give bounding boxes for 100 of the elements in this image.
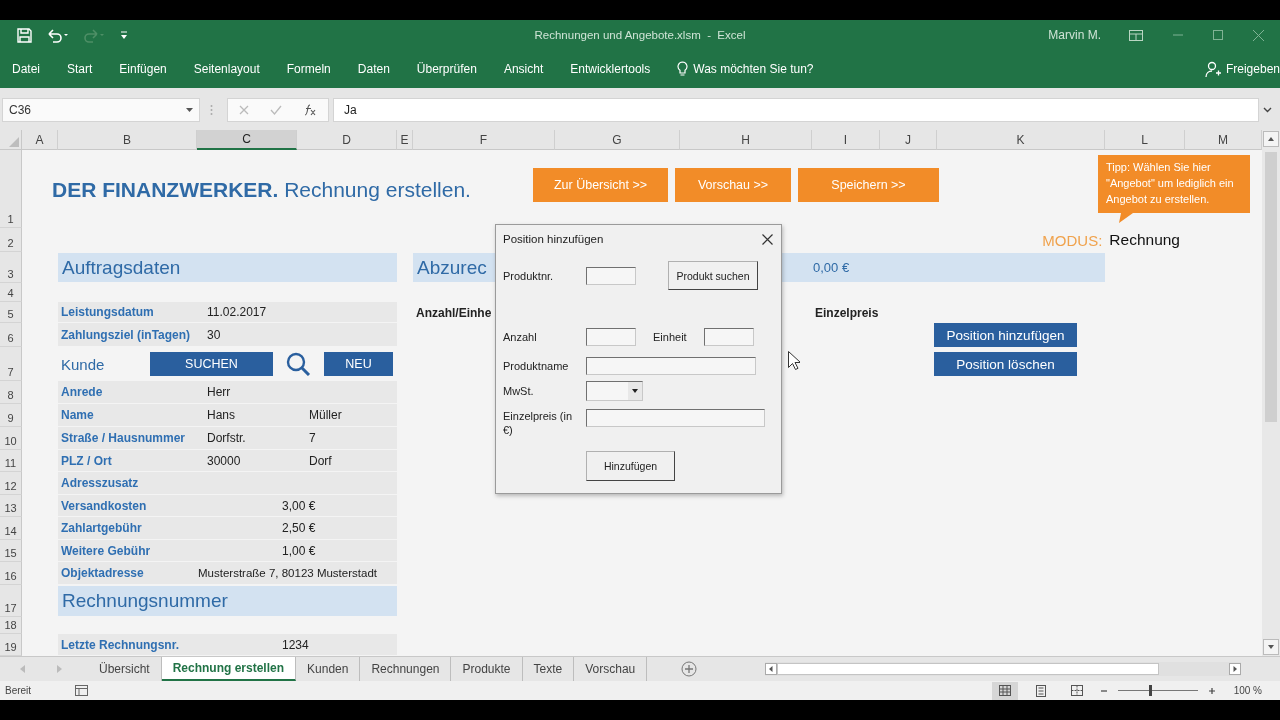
name-box[interactable]: C36 [2,98,200,122]
scroll-down-icon[interactable] [1262,638,1280,656]
row-header[interactable]: 12 [0,472,22,495]
scroll-up-icon[interactable] [1262,130,1280,148]
ribbon-display-icon[interactable] [1129,29,1143,41]
row-header[interactable]: 4 [0,283,22,302]
search-icon[interactable] [286,352,311,376]
scroll-right-icon[interactable] [1229,663,1242,675]
ribbon-tab[interactable]: Start [67,62,93,76]
field-value[interactable]: 30000 [197,453,297,468]
input-field[interactable] [586,409,765,427]
column-heading: Einzelpreis [814,305,880,320]
amount-value[interactable]: 1,00 € [197,543,397,558]
row-header[interactable]: 16 [0,562,22,585]
add-button[interactable]: Hinzufügen [586,451,675,481]
row-header[interactable]: 8 [0,381,22,404]
row-header[interactable]: 3 [0,252,22,283]
field-value[interactable]: Dorfstr. [197,431,297,445]
field-value[interactable]: Musterstraße 7, 80123 Musterstadt [197,567,397,579]
normal-view-icon[interactable] [991,681,1018,700]
amount-value[interactable]: 1234 [197,637,397,652]
ribbon-tab[interactable]: Einfügen [119,62,167,76]
column-header[interactable]: B [58,130,197,150]
maximize-icon[interactable] [1213,30,1223,40]
drag-handle-icon[interactable] [210,104,213,116]
user-name[interactable]: Marvin M. [1048,28,1101,42]
checkmark-icon[interactable] [270,105,282,115]
row-header[interactable]: 2 [0,228,22,252]
field-value[interactable]: Dorf [297,453,397,468]
row-header[interactable]: 9 [0,404,22,427]
position-button[interactable]: Position hinzufügen [934,323,1077,347]
function-icon[interactable] [303,104,318,116]
input-field[interactable] [586,357,756,375]
column-header[interactable]: G [555,130,680,150]
column-header[interactable]: A [22,130,58,150]
save-icon[interactable] [17,27,32,43]
column-heading: Anzahl/Einhe [415,305,493,320]
field-value[interactable]: Müller [297,408,397,422]
column-header[interactable]: E [397,130,413,150]
zoom-slider-thumb[interactable] [1148,685,1152,696]
sheet-tab[interactable]: Rechnung erstellen [161,657,297,681]
column-header[interactable]: J [880,130,937,150]
row-header[interactable]: 1 [0,150,22,228]
field-value[interactable]: Hans [197,408,297,422]
row-header[interactable]: 15 [0,540,22,562]
expand-chevron-icon[interactable] [1263,107,1272,113]
customize-toolbar-icon[interactable] [120,30,128,40]
field-value[interactable]: Herr [197,385,297,399]
position-button[interactable]: Position löschen [934,352,1077,376]
mouse-pointer-icon [788,351,800,370]
tell-me-search[interactable]: Was möchten Sie tun? [677,61,814,77]
column-header[interactable]: I [812,130,880,150]
ribbon-tab[interactable]: Entwicklertools [570,62,651,76]
column-header[interactable]: M [1185,130,1262,150]
row-header[interactable]: 13 [0,495,22,517]
scrollbar-thumb[interactable] [777,663,1160,675]
column-header[interactable]: L [1105,130,1185,150]
mode-value[interactable]: Rechnung [1109,231,1180,249]
ribbon-tab[interactable]: Datei [12,62,40,76]
close-icon[interactable] [762,233,773,245]
row-header[interactable]: 17 [0,585,22,617]
field-value[interactable]: 30 [197,327,297,342]
column-header[interactable]: F [413,130,555,150]
amount-value[interactable]: 3,00 € [197,498,397,513]
amount-value[interactable]: 2,50 € [197,521,397,535]
formula-input[interactable]: Ja [333,98,1259,122]
column-header[interactable]: D [297,130,397,150]
scrollbar-thumb[interactable] [1265,152,1277,422]
ribbon-tab[interactable]: Überprüfen [416,62,477,76]
column-header[interactable]: K [937,130,1105,150]
row-header[interactable]: 7 [0,347,22,381]
field-value[interactable]: 11.02.2017 [197,305,297,319]
row-header[interactable]: 11 [0,450,22,472]
row-header[interactable]: 5 [0,302,22,323]
column-header[interactable]: H [680,130,812,150]
scroll-left-icon[interactable] [765,663,778,675]
row-header[interactable]: 6 [0,323,22,347]
row-header[interactable]: 10 [0,427,22,450]
ribbon-tab[interactable]: Daten [357,62,390,76]
row-header[interactable]: 18 [0,617,22,634]
input-field[interactable] [586,266,636,285]
new-button[interactable]: NEU [324,352,393,376]
row-header[interactable]: 14 [0,517,22,540]
undo-icon[interactable] [46,27,70,43]
ribbon-tab[interactable]: Ansicht [503,62,544,76]
dropdown-field[interactable] [586,381,643,401]
input-field[interactable] [586,328,636,346]
row-header[interactable]: 19 [0,634,22,656]
field-value[interactable]: 7 [297,431,397,445]
ribbon-tab[interactable]: Formeln [286,62,331,76]
column-header[interactable]: C [197,130,297,150]
zoom-level[interactable]: 100 % [1233,685,1262,696]
share-button[interactable]: Freigeben [1204,60,1280,78]
add-sheet-icon[interactable] [681,661,698,677]
horizontal-scrollbar[interactable] [765,662,1242,676]
ribbon-tab[interactable]: Seitenlayout [193,62,260,76]
search-button[interactable]: SUCHEN [150,352,273,376]
search-product-button[interactable]: Produkt suchen [668,261,758,290]
zoom-in-icon[interactable] [1207,686,1216,695]
input-field[interactable] [703,328,754,346]
